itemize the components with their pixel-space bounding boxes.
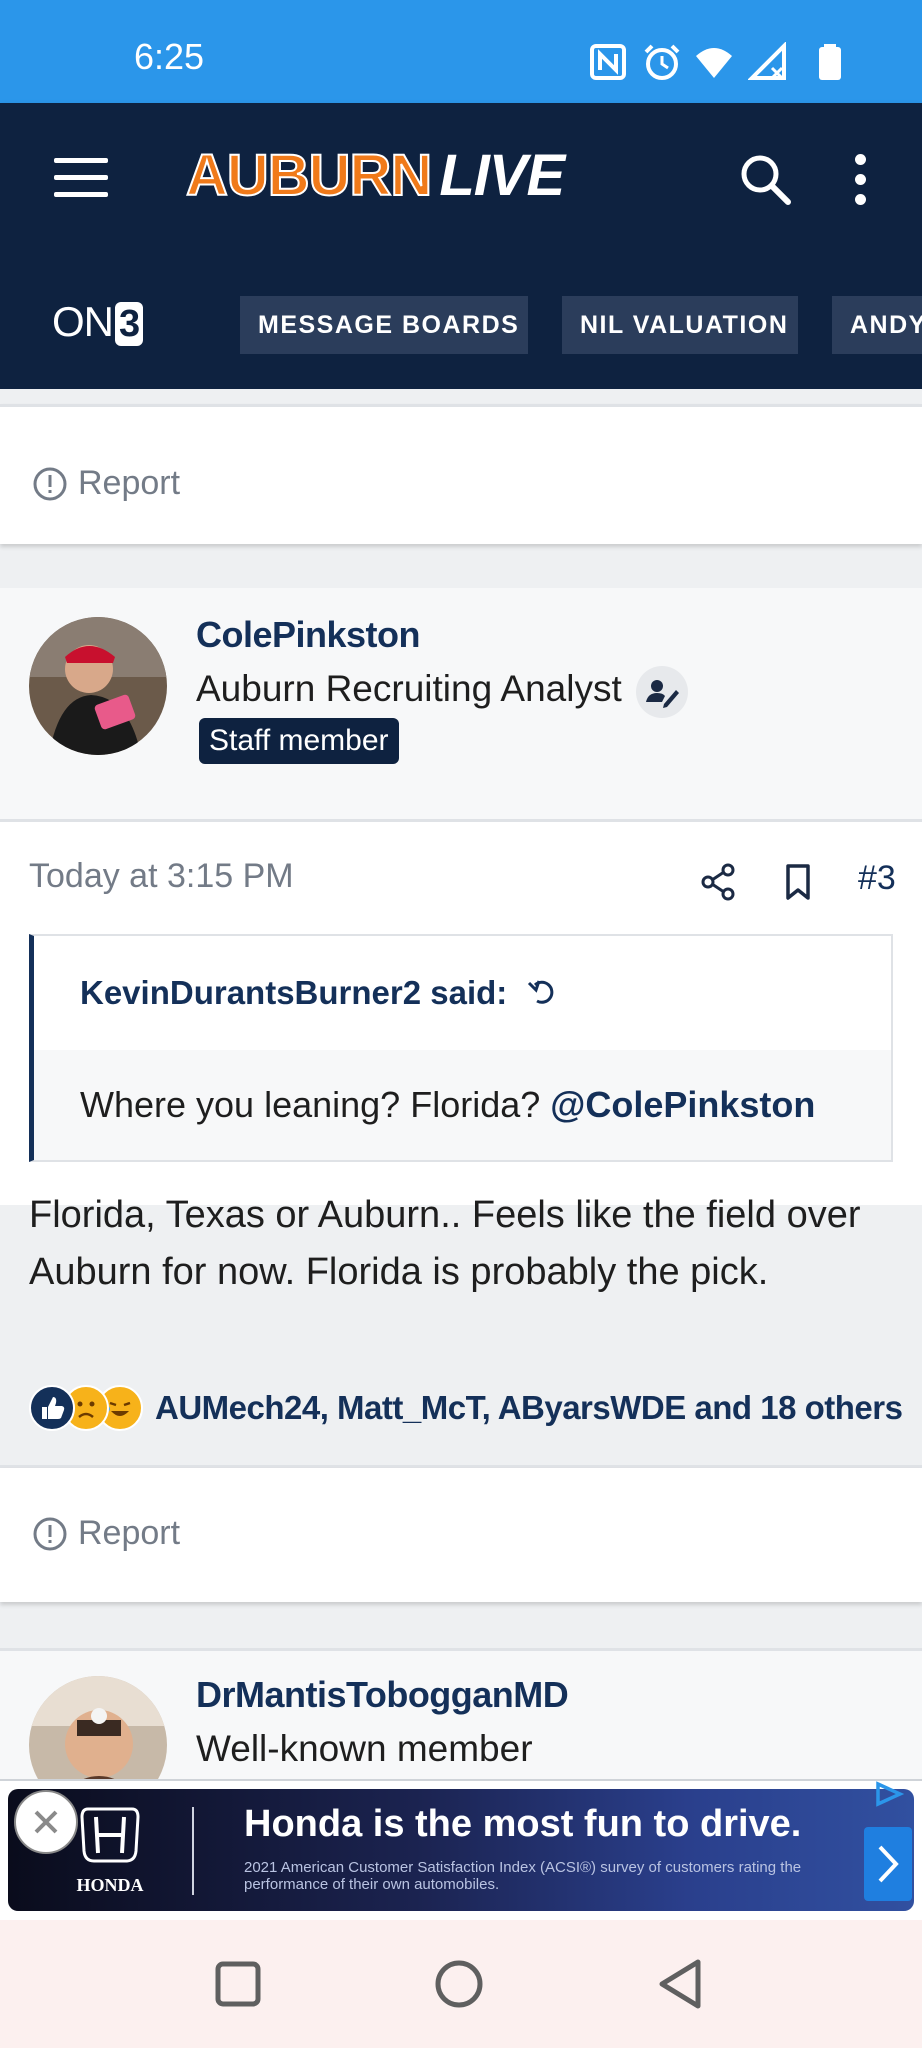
bookmark-icon[interactable] <box>778 862 818 902</box>
quote-text-row: Where you leaning? Florida? @ColePinksto… <box>34 1050 891 1160</box>
next-post-author-header: DrMantisTobogganMD Well-known member <box>0 1648 922 1779</box>
nav-message-boards[interactable]: MESSAGE BOARDS <box>240 296 528 354</box>
staff-member-badge: Staff member <box>199 718 399 764</box>
ad-headline: Honda is the most fun to drive. <box>244 1803 802 1845</box>
previous-post-footer: Report <box>0 404 922 544</box>
quote-text: Where you leaning? Florida? <box>80 1084 541 1125</box>
quote-mention[interactable]: @ColePinkston <box>550 1084 815 1126</box>
on3-text: ON <box>52 298 114 345</box>
nfc-icon <box>590 44 626 80</box>
alarm-icon <box>644 44 680 80</box>
menu-icon[interactable] <box>54 158 108 198</box>
alert-circle-icon <box>33 1517 67 1550</box>
thread-content: Report ColePinkston Auburn Recruiting An… <box>0 389 922 1779</box>
avatar[interactable] <box>29 1676 167 1779</box>
post-author-name[interactable]: ColePinkston <box>196 614 421 656</box>
post-number[interactable]: #3 <box>858 859 896 898</box>
quote-author-row[interactable]: KevinDurantsBurner2 said: <box>34 936 891 1050</box>
next-post-author-name[interactable]: DrMantisTobogganMD <box>196 1674 569 1716</box>
post-footer: Report <box>0 1468 922 1602</box>
back-icon[interactable] <box>652 1954 712 2014</box>
on3-logo[interactable]: ON 3 <box>52 298 144 346</box>
post-timestamp[interactable]: Today at 3:15 PM <box>29 857 294 896</box>
ad-separator <box>192 1807 194 1895</box>
ad-arrow-icon[interactable] <box>864 1827 912 1901</box>
avatar[interactable] <box>29 617 167 755</box>
ad-banner[interactable]: HONDA Honda is the most fun to drive. 20… <box>0 1779 922 1920</box>
post-author-header: ColePinkston Auburn Recruiting Analyst S… <box>0 588 922 820</box>
reactions-row[interactable]: AUMech24, Matt_McT, AByarsWDE and 18 oth… <box>29 1385 903 1431</box>
next-post-author-title: Well-known member <box>196 1728 533 1769</box>
quote-author: KevinDurantsBurner2 said: <box>80 974 508 1011</box>
more-options-icon[interactable] <box>852 154 868 206</box>
wifi-icon <box>696 48 732 78</box>
ad-subtext: 2021 American Customer Satisfaction Inde… <box>244 1859 802 1893</box>
status-time: 6:25 <box>134 36 205 77</box>
report-link[interactable]: Report <box>32 464 180 503</box>
post-text: Florida, Texas or Auburn.. Feels like th… <box>29 1194 861 1293</box>
writer-badge-icon[interactable] <box>636 666 688 718</box>
reactions-names[interactable]: AUMech24, Matt_McT, AByarsWDE and 18 oth… <box>155 1389 903 1427</box>
nav-andy[interactable]: ANDY <box>832 296 922 354</box>
report-link-post-3[interactable]: Report <box>32 1514 180 1553</box>
like-reaction-icon <box>29 1385 75 1431</box>
ad-close-icon[interactable] <box>14 1790 78 1854</box>
report-label: Report <box>78 1514 181 1552</box>
post-author-title: Auburn Recruiting Analyst <box>196 668 622 709</box>
logo-auburn-text: AUBURN <box>185 142 433 209</box>
share-icon[interactable] <box>698 862 738 902</box>
svg-text:HONDA: HONDA <box>77 1875 144 1895</box>
alert-circle-icon <box>33 467 67 500</box>
signal-icon <box>748 42 786 80</box>
logo-live-text: LIVE <box>439 143 565 208</box>
honda-ad[interactable]: HONDA Honda is the most fun to drive. 20… <box>8 1789 914 1911</box>
search-icon[interactable] <box>738 152 792 206</box>
recents-icon[interactable] <box>208 1954 268 2014</box>
status-bar: 6:25 <box>0 0 922 103</box>
quote-block: KevinDurantsBurner2 said: Where you lean… <box>29 934 893 1162</box>
report-label: Report <box>78 464 181 502</box>
system-nav-bar <box>0 1920 922 2048</box>
battery-icon <box>819 44 841 80</box>
auburn-live-logo[interactable]: AUBURN LIVE <box>185 142 565 212</box>
home-icon[interactable] <box>429 1954 489 2014</box>
nav-nil-valuation[interactable]: NIL VALUATION <box>562 296 798 354</box>
on3-digit: 3 <box>115 302 144 346</box>
ad-choices-icon[interactable] <box>870 1780 910 1808</box>
go-to-quote-icon[interactable] <box>525 975 561 1011</box>
